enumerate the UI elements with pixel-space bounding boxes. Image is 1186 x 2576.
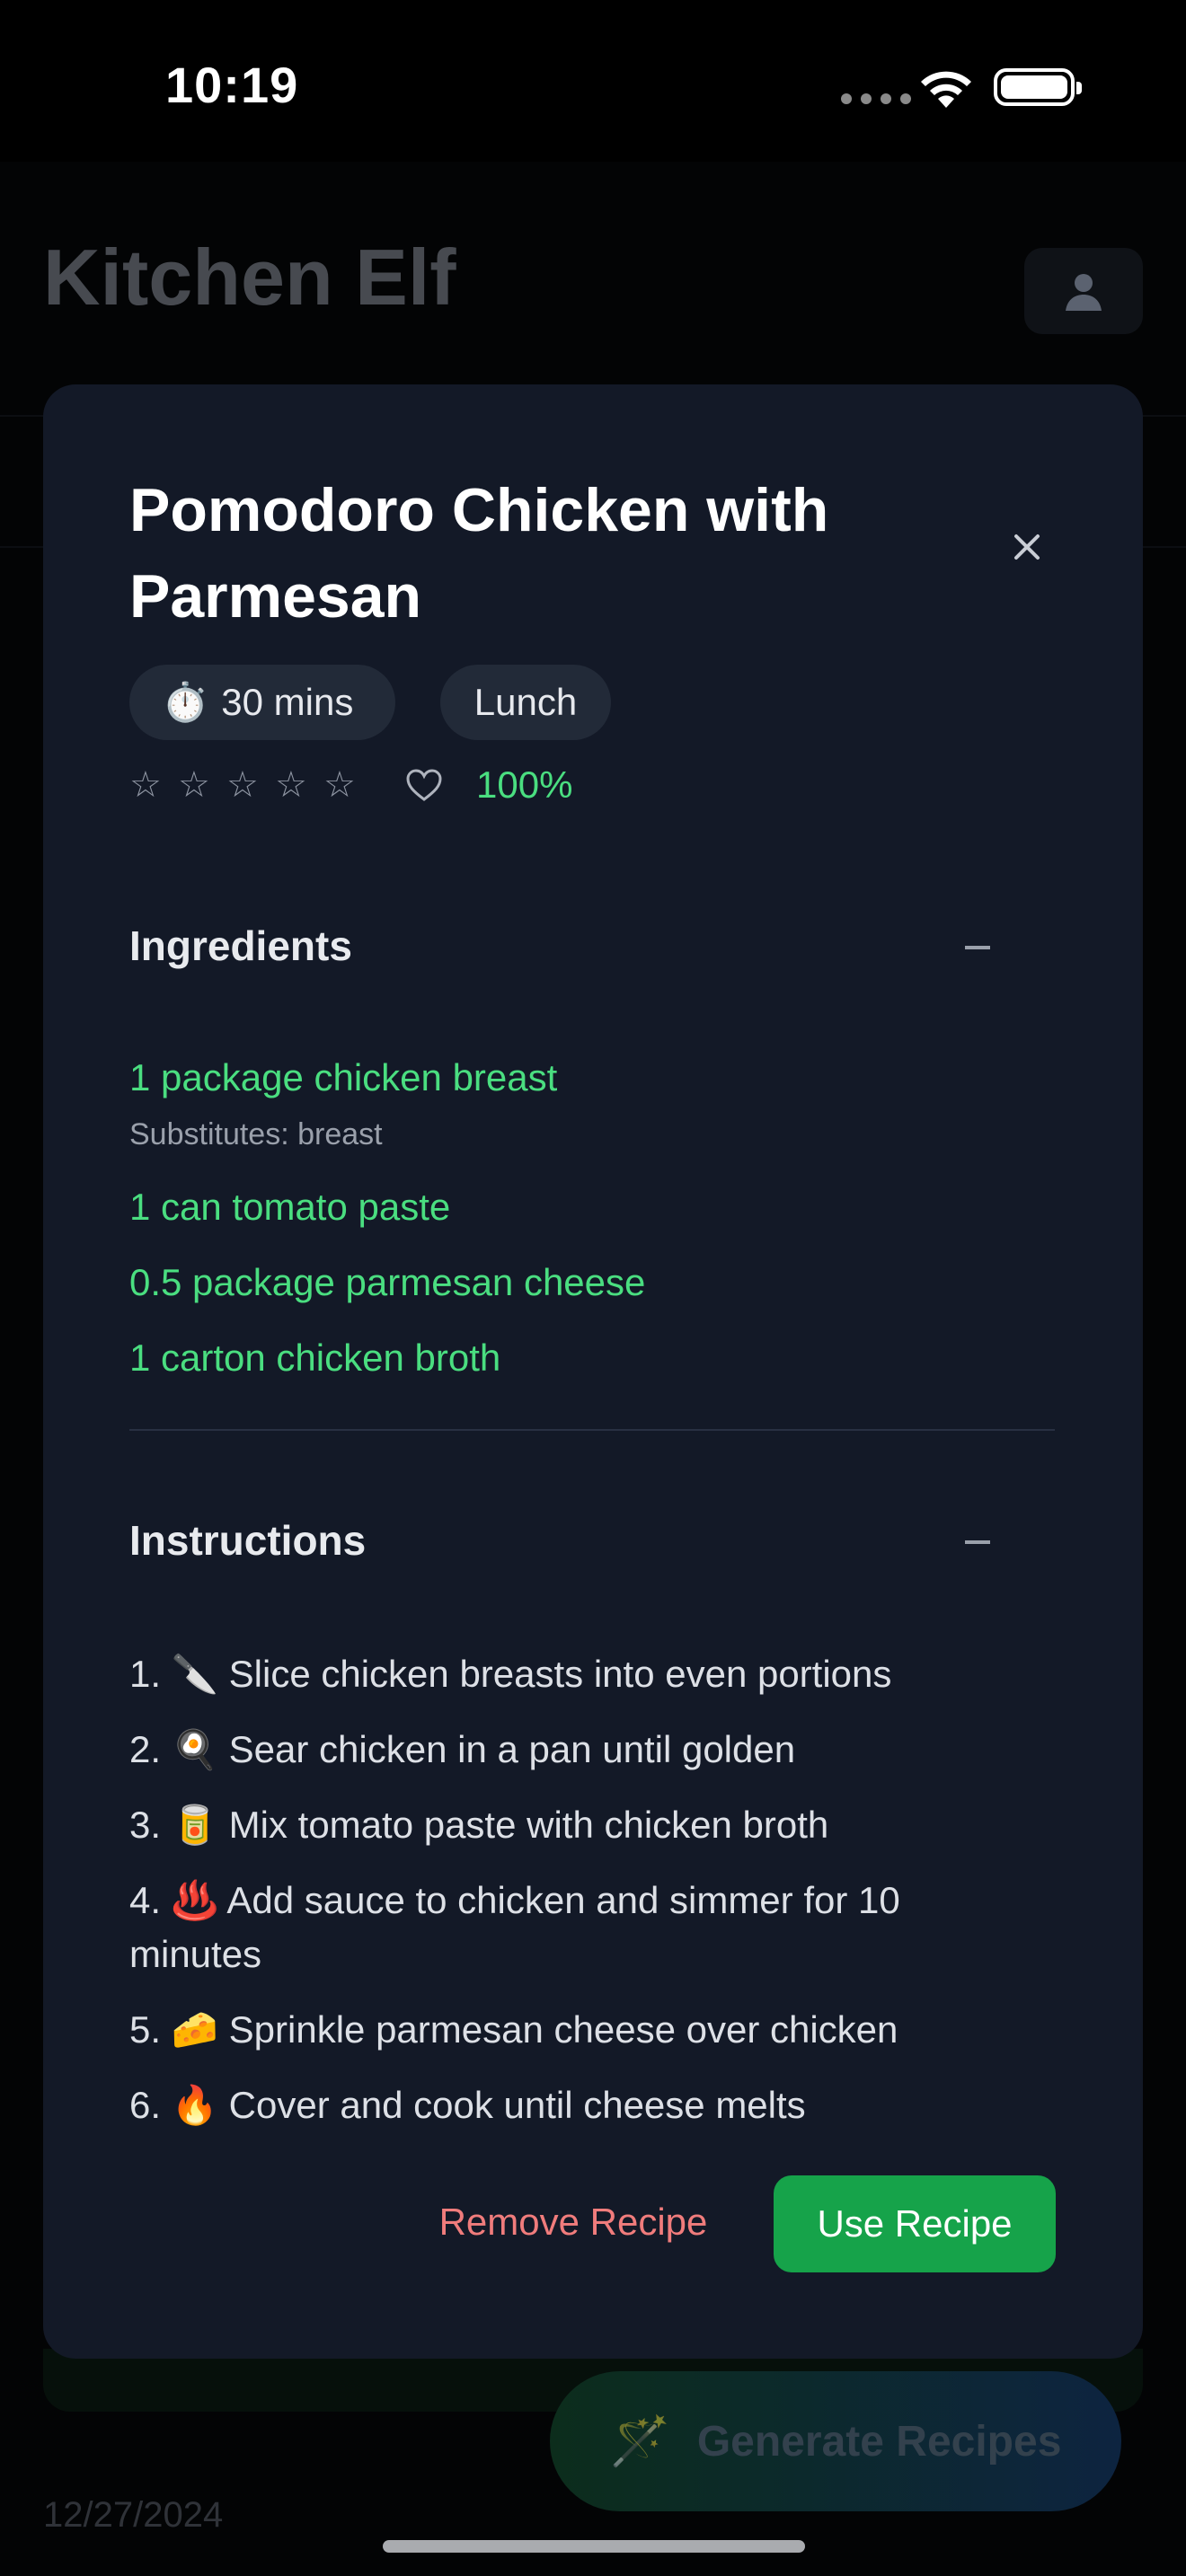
generate-recipes-button[interactable]: 🪄 Generate Recipes [550,2371,1121,2511]
status-time: 10:19 [165,57,299,113]
user-icon [1066,274,1102,311]
star-icon[interactable]: ☆ [275,764,323,806]
instruction-step: 3. 🥫 Mix tomato paste with chicken broth [129,1804,829,1846]
ingredient-item: 0.5 package parmesan cheese [129,1261,646,1303]
instruction-step: 1. 🔪 Slice chicken breasts into even por… [129,1653,892,1695]
wifi-icon [921,71,971,108]
star-icon[interactable]: ☆ [323,764,372,806]
match-percentage: 100% [476,763,573,806]
recipe-modal: Pomodoro Chicken with Parmesan ⏱️ 30 min… [43,384,1143,2359]
magic-wand-icon: 🪄 [609,2413,670,2468]
section-divider [129,1429,1055,1431]
ingredient-item: 1 can tomato paste [129,1186,451,1228]
meal-type-chip: Lunch [440,665,611,740]
profile-button[interactable] [1024,248,1143,334]
collapse-ingredients-icon[interactable] [965,946,990,949]
cook-time-label: 30 mins [221,681,354,723]
generate-recipes-label: Generate Recipes [696,2417,1062,2466]
home-indicator[interactable] [383,2540,805,2553]
stopwatch-icon: ⏱️ [162,680,209,723]
star-icon[interactable]: ☆ [226,764,275,806]
ingredient-substitutes: Substitutes: breast [129,1117,383,1151]
heart-icon[interactable] [404,767,444,803]
cook-time-chip: ⏱️ 30 mins [129,665,395,740]
instruction-step: 4. ♨️ Add sauce to chicken and simmer fo… [129,1879,900,1975]
use-recipe-button[interactable]: Use Recipe [774,2175,1056,2272]
ingredient-item: 1 carton chicken broth [129,1337,501,1379]
star-icon[interactable]: ☆ [178,764,226,806]
instruction-step: 2. 🍳 Sear chicken in a pan until golden [129,1728,796,1770]
collapse-instructions-icon[interactable] [965,1540,990,1544]
ingredient-item: 1 package chicken breast [129,1056,558,1098]
footer-date: 12/27/2024 [43,2495,224,2535]
battery-icon [994,68,1082,106]
instruction-step: 5. 🧀 Sprinkle parmesan cheese over chick… [129,2008,898,2051]
close-button[interactable] [1001,521,1053,573]
meal-type-label: Lunch [474,681,578,723]
cellular-signal-icon [841,93,911,104]
instruction-step: 6. 🔥 Cover and cook until cheese melts [129,2084,806,2126]
rating-row: ☆ ☆ ☆ ☆ ☆ 100% [129,763,572,807]
instructions-heading[interactable]: Instructions [129,1516,366,1565]
app-title: Kitchen Elf [43,233,456,322]
ingredients-heading[interactable]: Ingredients [129,922,352,970]
remove-recipe-button[interactable]: Remove Recipe [403,2174,744,2271]
close-icon [1014,534,1040,560]
status-bar: 10:19 [0,0,1186,162]
star-icon[interactable]: ☆ [129,764,178,806]
recipe-title: Pomodoro Chicken with Parmesan [129,476,829,631]
